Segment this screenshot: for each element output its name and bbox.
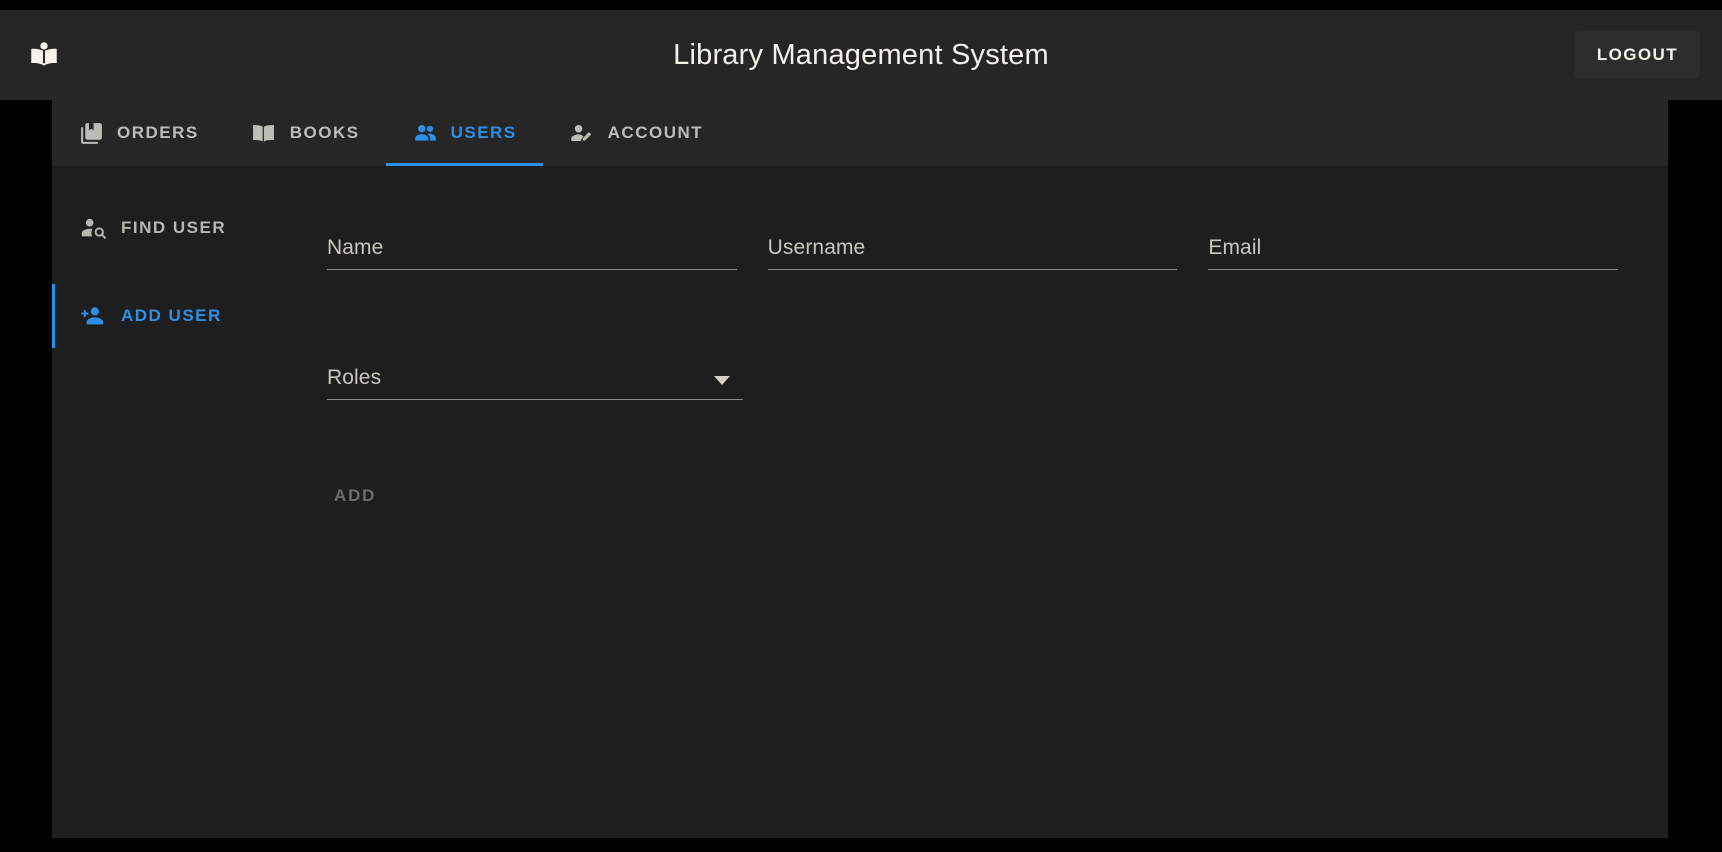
username-field-label: Username bbox=[767, 235, 866, 259]
sidebar-item-label: ADD USER bbox=[121, 306, 222, 325]
email-field[interactable]: Email bbox=[1208, 224, 1619, 270]
form-row-primary: Name Username Email bbox=[327, 224, 1619, 270]
app-root: Library Management System LOGOUT ORDERS bbox=[0, 0, 1722, 852]
roles-select[interactable]: Roles bbox=[327, 354, 743, 400]
tab-books[interactable]: BOOKS bbox=[225, 100, 386, 166]
form-actions: ADD bbox=[327, 478, 1618, 514]
tab-label: ORDERS bbox=[117, 123, 199, 142]
sidebar-item-label: FIND USER bbox=[121, 218, 227, 237]
people-icon bbox=[412, 120, 438, 146]
menu-book-icon bbox=[251, 120, 277, 146]
email-field-label: Email bbox=[1208, 235, 1262, 259]
sidebar-item-add-user[interactable]: ADD USER bbox=[52, 284, 287, 348]
content-area: FIND USER ADD USER Name Username Email R… bbox=[52, 166, 1668, 838]
tab-account[interactable]: ACCOUNT bbox=[543, 100, 730, 166]
name-field-label: Name bbox=[327, 235, 384, 259]
users-sidebar: FIND USER ADD USER bbox=[52, 166, 287, 348]
add-button[interactable]: ADD bbox=[328, 478, 382, 514]
form-row-roles: Roles bbox=[327, 354, 1618, 400]
roles-select-label: Roles bbox=[327, 365, 382, 389]
logout-button[interactable]: LOGOUT bbox=[1574, 31, 1700, 79]
chevron-down-icon bbox=[714, 376, 730, 385]
person-add-icon bbox=[79, 302, 107, 330]
tab-label: BOOKS bbox=[289, 123, 360, 142]
manage-accounts-icon bbox=[569, 120, 595, 146]
username-field[interactable]: Username bbox=[767, 224, 1178, 270]
body-panel: ORDERS BOOKS USERS ACCOUNT FIND USER ADD… bbox=[52, 100, 1668, 838]
tab-label: ACCOUNT bbox=[607, 123, 704, 142]
person-search-icon bbox=[79, 214, 107, 242]
sidebar-item-find-user[interactable]: FIND USER bbox=[52, 196, 287, 260]
add-user-form: Name Username Email Roles ADD bbox=[287, 166, 1668, 838]
main-tabbar: ORDERS BOOKS USERS ACCOUNT bbox=[52, 100, 1668, 166]
library-books-icon bbox=[78, 120, 104, 146]
tab-users[interactable]: USERS bbox=[385, 100, 543, 166]
tab-label: USERS bbox=[450, 123, 517, 142]
name-field[interactable]: Name bbox=[327, 224, 737, 270]
app-header: Library Management System LOGOUT bbox=[0, 10, 1722, 100]
page-title: Library Management System bbox=[673, 38, 1049, 71]
tab-orders[interactable]: ORDERS bbox=[52, 100, 225, 166]
